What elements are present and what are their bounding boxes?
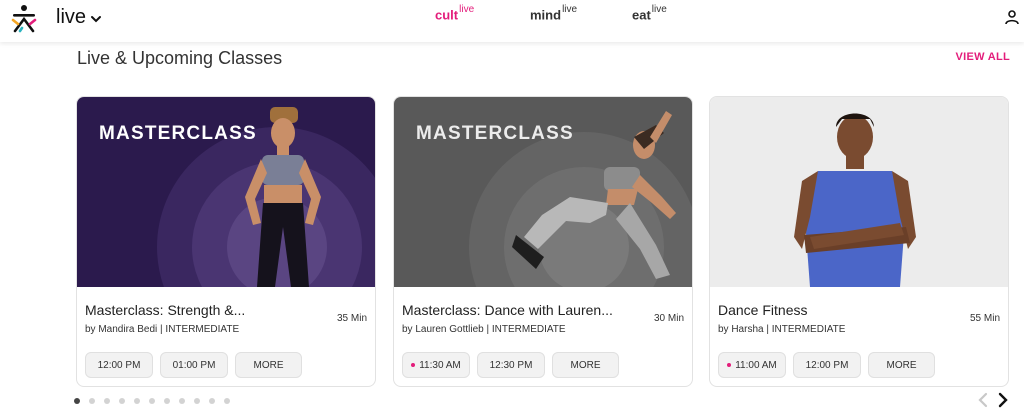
more-slots-button[interactable]: MORE xyxy=(868,352,935,378)
time-slot-button[interactable]: 01:00 PM xyxy=(160,352,228,378)
nav-mind-sup: live xyxy=(562,4,578,15)
carousel-dot[interactable] xyxy=(119,398,125,404)
nav-eat-sup: live xyxy=(651,4,667,15)
dance-fitness-image xyxy=(710,97,1008,287)
carousel-dot[interactable] xyxy=(194,398,200,404)
thumbnail-label: MASTERCLASS xyxy=(416,123,574,144)
more-label: MORE xyxy=(570,359,601,371)
carousel-dot[interactable] xyxy=(74,398,80,404)
time-slot-label: 12:00 PM xyxy=(805,359,849,371)
live-indicator-icon xyxy=(727,363,732,367)
nav-mind-live[interactable]: mindlive xyxy=(530,4,578,23)
class-card[interactable]: MASTERCLASS Masterclass: Strength &... b… xyxy=(76,96,376,387)
view-all-link[interactable]: VIEW ALL xyxy=(955,51,1010,63)
time-slot-label: 11:30 AM xyxy=(419,359,461,371)
time-slots: 11:30 AM 12:30 PM MORE xyxy=(402,352,619,378)
top-navigation-bar: live cultlive mindlive eatlive xyxy=(0,0,1024,42)
time-slots: 12:00 PM 01:00 PM MORE xyxy=(85,352,302,378)
class-thumbnail[interactable] xyxy=(710,97,1008,287)
class-thumbnail[interactable]: MASTERCLASS xyxy=(77,97,375,287)
class-title[interactable]: Dance Fitness xyxy=(718,302,938,318)
class-instructor: by Mandira Bedi | INTERMEDIATE xyxy=(85,324,240,335)
class-card[interactable]: MASTERCLASS Masterclass: Dance with Laur… xyxy=(393,96,693,387)
section-title: Live & Upcoming Classes xyxy=(77,48,283,68)
carousel-dot[interactable] xyxy=(134,398,140,404)
nav-cult-label: cult xyxy=(435,7,459,23)
brand-dropdown[interactable]: live xyxy=(56,6,102,29)
time-slot-label: 12:30 PM xyxy=(489,359,533,371)
time-slot-button[interactable]: 12:00 PM xyxy=(793,352,861,378)
time-slot-label: 11:00 AM xyxy=(735,359,777,371)
brand-label: live xyxy=(56,6,87,28)
carousel-dot[interactable] xyxy=(104,398,110,404)
more-label: MORE xyxy=(886,359,917,371)
time-slot-button[interactable]: 11:00 AM xyxy=(718,352,786,378)
nav-eat-label: eat xyxy=(632,7,651,23)
class-instructor: by Harsha | INTERMEDIATE xyxy=(718,324,846,335)
chevron-down-icon xyxy=(91,15,102,22)
carousel-dot[interactable] xyxy=(179,398,185,404)
time-slot-label: 01:00 PM xyxy=(172,359,216,371)
more-label: MORE xyxy=(253,359,284,371)
class-card[interactable]: Dance Fitness by Harsha | INTERMEDIATE 5… xyxy=(709,96,1009,387)
nav-cult-sup: live xyxy=(459,4,475,15)
carousel-pagination xyxy=(74,398,230,404)
time-slot-label: 12:00 PM xyxy=(97,359,141,371)
more-slots-button[interactable]: MORE xyxy=(552,352,619,378)
time-slot-button[interactable]: 12:00 PM xyxy=(85,352,153,378)
class-title[interactable]: Masterclass: Dance with Lauren... xyxy=(402,302,622,318)
chevron-left-icon[interactable] xyxy=(976,392,990,408)
class-title[interactable]: Masterclass: Strength &... xyxy=(85,302,305,318)
class-duration: 55 Min xyxy=(969,313,1000,324)
live-indicator-icon xyxy=(411,363,416,367)
nav-eat-live[interactable]: eatlive xyxy=(632,4,667,23)
carousel-dot[interactable] xyxy=(224,398,230,404)
chevron-right-icon[interactable] xyxy=(996,392,1010,408)
class-duration: 35 Min xyxy=(336,313,367,324)
class-instructor: by Lauren Gottlieb | INTERMEDIATE xyxy=(402,324,566,335)
nav-mind-label: mind xyxy=(530,7,562,23)
more-slots-button[interactable]: MORE xyxy=(235,352,302,378)
carousel-dot[interactable] xyxy=(149,398,155,404)
class-thumbnail[interactable]: MASTERCLASS xyxy=(394,97,692,287)
user-icon[interactable] xyxy=(1004,9,1020,25)
carousel-dot[interactable] xyxy=(89,398,95,404)
time-slots: 11:00 AM 12:00 PM MORE xyxy=(718,352,935,378)
time-slot-button[interactable]: 12:30 PM xyxy=(477,352,545,378)
nav-cult-live[interactable]: cultlive xyxy=(435,4,475,23)
carousel-dot[interactable] xyxy=(164,398,170,404)
thumbnail-label: MASTERCLASS xyxy=(99,123,257,144)
time-slot-button[interactable]: 11:30 AM xyxy=(402,352,470,378)
class-duration: 30 Min xyxy=(653,313,684,324)
cult-logo-icon[interactable] xyxy=(9,4,39,34)
carousel-dot[interactable] xyxy=(209,398,215,404)
